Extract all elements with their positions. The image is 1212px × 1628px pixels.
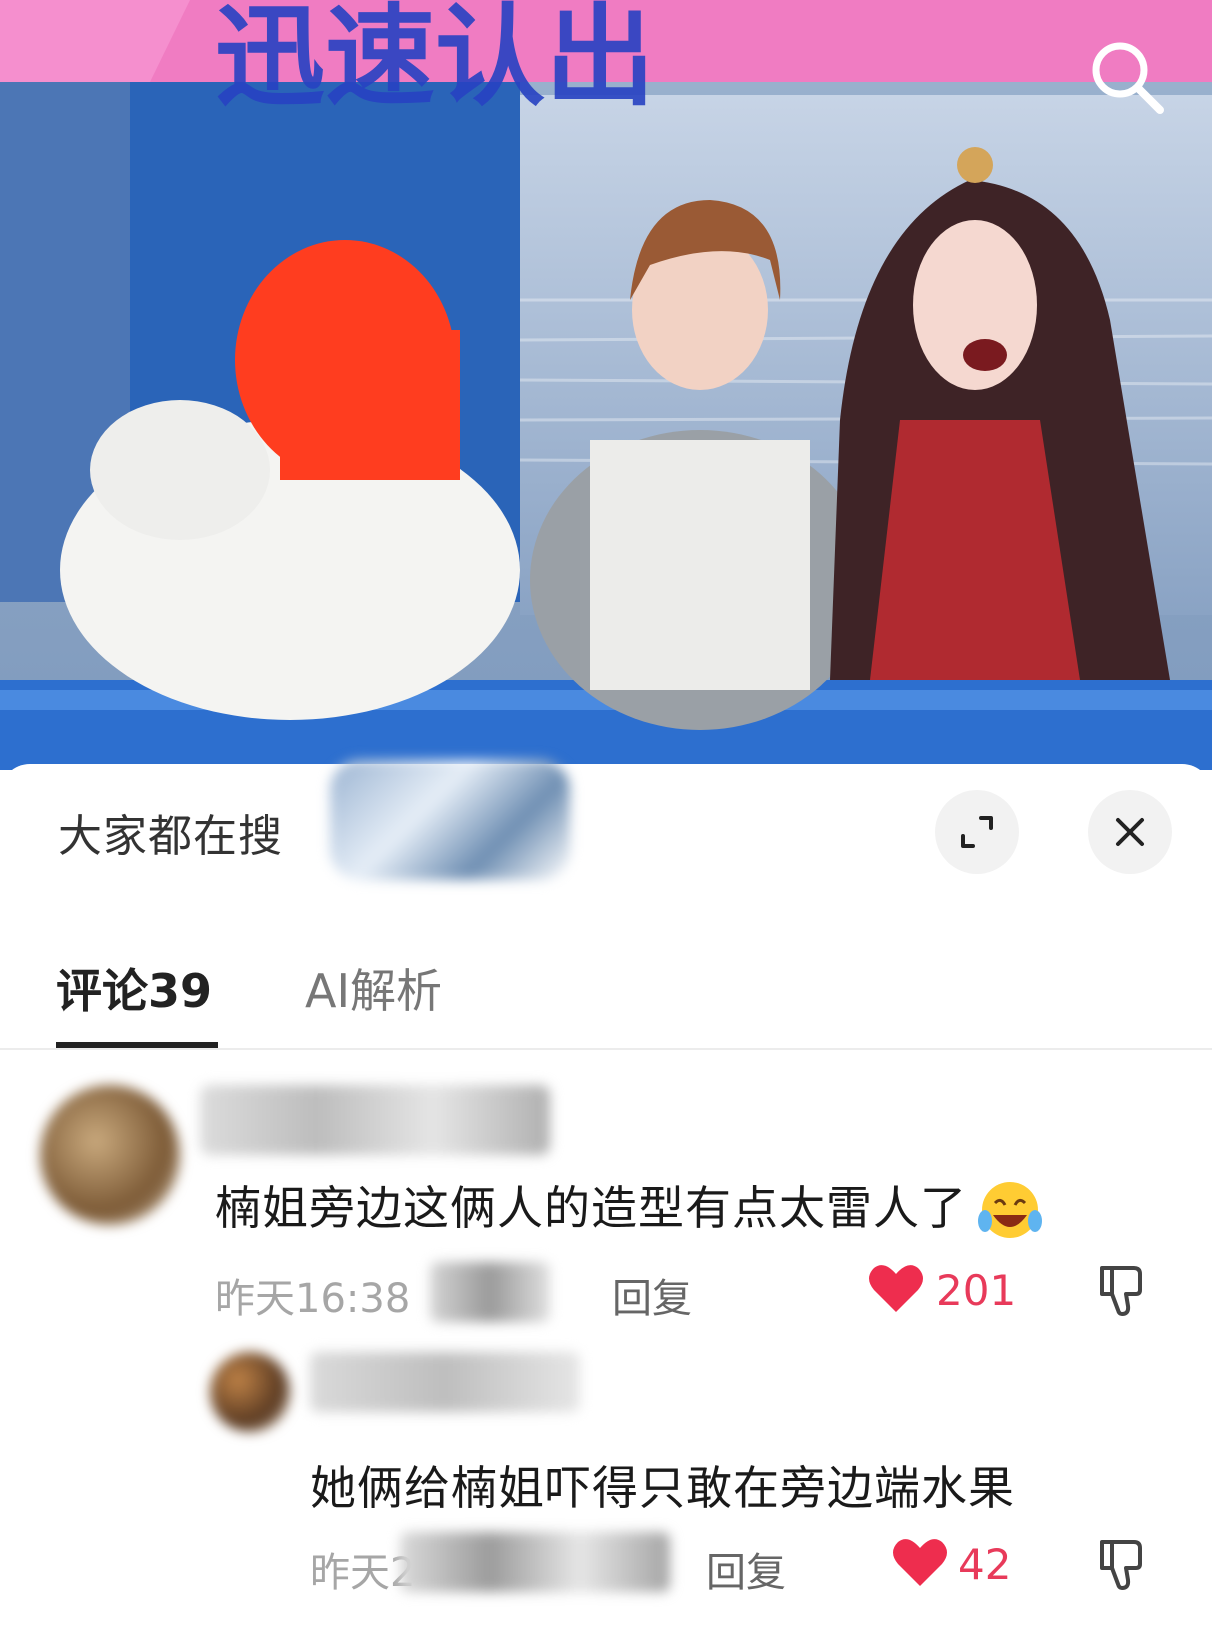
tabs-divider	[0, 1048, 1212, 1050]
video-overlay-text: 迅速认出	[215, 0, 655, 121]
trending-search-text: 大家都在搜	[58, 811, 283, 862]
tab-ai-analysis[interactable]: AI解析	[305, 955, 442, 1021]
reply-reply-button[interactable]: 回复	[706, 1540, 786, 1598]
reply-like-count: 42	[958, 1540, 1012, 1589]
expand-button[interactable]	[935, 790, 1019, 874]
video-frame: 迅速认出	[0, 0, 1212, 770]
avatar[interactable]	[40, 1085, 180, 1225]
close-button[interactable]	[1088, 790, 1172, 874]
dislike-icon[interactable]	[1092, 1262, 1148, 1318]
redacted-reply-location	[400, 1532, 670, 1592]
search-button[interactable]	[1082, 32, 1172, 122]
like-count: 201	[936, 1266, 1017, 1315]
reply-avatar[interactable]	[210, 1352, 290, 1432]
comment-text: 楠姐旁边这俩人的造型有点太雷人了	[215, 1172, 1045, 1247]
redacted-search-term	[330, 760, 570, 880]
expand-icon	[961, 816, 993, 848]
reply-text: 她俩给楠姐吓得只敢在旁边端水果	[310, 1461, 1015, 1515]
dislike-icon[interactable]	[1092, 1536, 1148, 1592]
comment-body: 楠姐旁边这俩人的造型有点太雷人了	[215, 1181, 967, 1235]
heart-icon[interactable]	[868, 1262, 924, 1314]
redacted-reply-username	[310, 1352, 580, 1412]
close-icon	[1116, 818, 1144, 846]
reply-button[interactable]: 回复	[612, 1266, 692, 1324]
search-icon	[1092, 42, 1164, 114]
trending-search-label[interactable]: 大家都在搜	[58, 800, 283, 864]
video-player[interactable]: 迅速认出	[0, 0, 1212, 770]
comment-timestamp: 昨天16:38	[215, 1276, 411, 1322]
redacted-username	[200, 1085, 550, 1155]
tab-comments[interactable]: 评论39	[56, 955, 212, 1021]
laughing-crying-emoji-icon	[978, 1181, 1042, 1238]
redacted-location	[430, 1262, 550, 1322]
heart-icon[interactable]	[892, 1536, 948, 1588]
